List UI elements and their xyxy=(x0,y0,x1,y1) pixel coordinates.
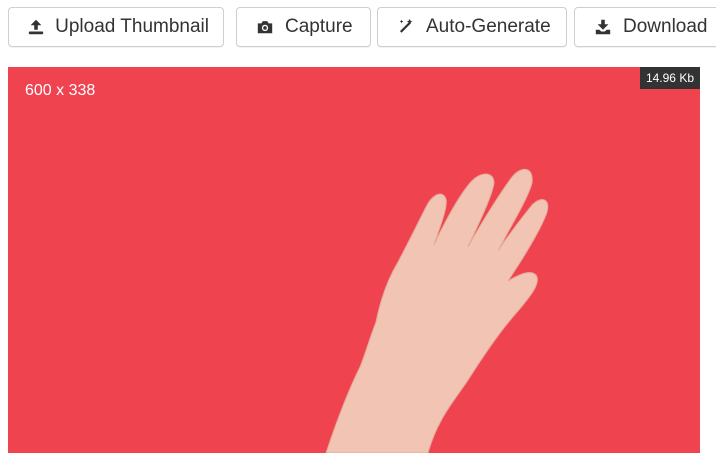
download-label: Download xyxy=(623,16,708,37)
download-button[interactable]: Download xyxy=(574,7,716,47)
auto-generate-label: Auto-Generate xyxy=(426,16,551,37)
magic-wand-icon xyxy=(396,17,416,37)
capture-button[interactable]: Capture xyxy=(236,7,371,47)
capture-label: Capture xyxy=(285,16,353,37)
image-dimensions: 600 x 338 xyxy=(25,82,96,99)
download-icon xyxy=(593,17,613,37)
thumbnail-image xyxy=(8,67,700,453)
file-size-badge: 14.96 Kb xyxy=(639,67,700,89)
upload-thumbnail-button[interactable]: Upload Thumbnail xyxy=(8,7,224,47)
thumbnail-preview: 600 x 338 14.96 Kb xyxy=(8,67,700,453)
auto-generate-button[interactable]: Auto-Generate xyxy=(377,7,567,47)
camera-icon xyxy=(255,17,275,37)
upload-icon xyxy=(27,17,45,37)
thumbnail-toolbar: Upload Thumbnail Capture Auto-Generate D… xyxy=(0,0,716,62)
upload-thumbnail-label: Upload Thumbnail xyxy=(55,16,209,37)
